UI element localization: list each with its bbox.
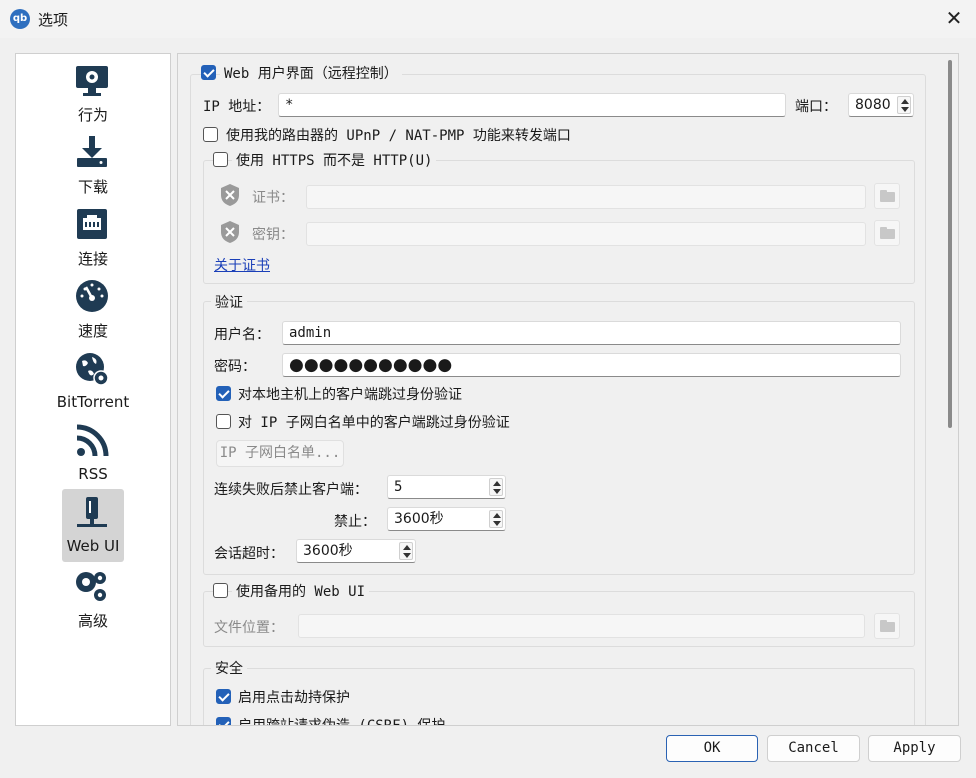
ok-button[interactable]: OK <box>666 735 758 762</box>
ban-duration-label: 禁止： <box>334 514 376 530</box>
window-title: 选项 <box>38 11 69 29</box>
webui-group-title: Web 用户界面（远程控制） <box>220 63 402 83</box>
gear-monitor-icon <box>76 66 108 96</box>
username-input[interactable]: admin <box>282 321 901 345</box>
ban-after-failures-value: 5 <box>394 479 403 495</box>
apply-button[interactable]: Apply <box>868 735 961 762</box>
spin-arrows[interactable] <box>489 510 503 528</box>
title-bar <box>0 0 976 38</box>
upnp-label: 使用我的路由器的 UPnP / NAT-PMP 功能来转发端口 <box>226 128 571 144</box>
https-group-title: 使用 HTTPS 而不是 HTTP(U) <box>232 150 437 170</box>
password-input[interactable]: ●●●●●●●●●●● <box>282 353 901 377</box>
clickjacking-protection-label: 启用点击劫持保护 <box>238 690 350 706</box>
options-sidebar: 行为 下载 连接 速度 BitTorrent RSS Web UI 高级 <box>15 53 171 726</box>
sidebar-item-connection[interactable]: 连接 <box>16 200 170 272</box>
sidebar-item-label: RSS <box>78 465 108 483</box>
globe-gear-icon <box>76 353 109 386</box>
shield-icon <box>221 184 239 206</box>
sidebar-item-speed[interactable]: 速度 <box>16 272 170 344</box>
sidebar-item-label: 行为 <box>77 106 108 124</box>
cancel-button[interactable]: Cancel <box>767 735 860 762</box>
rss-icon <box>76 424 109 457</box>
certificate-input[interactable] <box>306 185 866 209</box>
alternative-ui-title: 使用备用的 Web UI <box>232 581 370 601</box>
ip-whitelist-button[interactable]: IP 子网白名单... <box>216 440 344 467</box>
ban-duration-value: 3600秒 <box>394 511 444 527</box>
ban-after-failures-spinbox[interactable]: 5 <box>387 475 506 499</box>
webui-settings-panel: Web 用户界面（远程控制） IP 地址： * 端口： 8080 使用我的路由器… <box>177 53 959 726</box>
ip-address-label: IP 地址： <box>203 99 271 115</box>
security-title: 安全 <box>211 658 247 678</box>
session-timeout-value: 3600秒 <box>303 543 353 559</box>
csrf-protection-label: 启用跨站请求伪造 (CSRF) 保护 <box>238 718 446 726</box>
certificate-browse-folder-icon[interactable] <box>874 183 900 209</box>
ban-duration-spinbox[interactable]: 3600秒 <box>387 507 506 531</box>
key-label: 密钥： <box>252 227 294 243</box>
qbittorrent-app-icon: qb <box>10 9 30 29</box>
file-location-label: 文件位置： <box>214 620 284 636</box>
port-spin-arrows[interactable] <box>897 96 911 114</box>
file-location-input[interactable] <box>298 614 865 638</box>
port-value: 8080 <box>855 97 891 113</box>
authentication-title: 验证 <box>211 292 247 312</box>
webui-icon <box>77 497 107 527</box>
scrollbar-thumb[interactable] <box>948 60 952 428</box>
bypass-subnet-checkbox[interactable] <box>216 414 231 429</box>
key-input[interactable] <box>306 222 866 246</box>
sidebar-item-label: 高级 <box>77 612 108 630</box>
upnp-checkbox[interactable] <box>203 127 218 142</box>
sidebar-item-label: 连接 <box>77 250 108 268</box>
spin-arrows[interactable] <box>489 478 503 496</box>
username-label: 用户名： <box>214 327 270 343</box>
certificate-label: 证书： <box>252 190 294 206</box>
port-label: 端口： <box>795 99 837 115</box>
sidebar-item-rss[interactable]: RSS <box>16 417 170 489</box>
bypass-subnet-label: 对 IP 子网白名单中的客户端跳过身份验证 <box>238 415 510 431</box>
sidebar-item-label: 下载 <box>77 178 108 196</box>
session-timeout-label: 会话超时： <box>214 546 284 562</box>
ip-address-input[interactable]: * <box>278 93 786 117</box>
about-certificates-link[interactable]: 关于证书 <box>214 255 270 275</box>
sidebar-item-label: Web UI <box>66 537 120 555</box>
bypass-localhost-checkbox[interactable] <box>216 386 231 401</box>
close-icon[interactable]: ✕ <box>944 8 964 28</box>
sidebar-item-label: 速度 <box>77 322 108 340</box>
bypass-localhost-label: 对本地主机上的客户端跳过身份验证 <box>238 387 462 403</box>
sidebar-item-advanced[interactable]: 高级 <box>16 562 170 634</box>
shield-icon <box>221 221 239 243</box>
sidebar-item-downloads[interactable]: 下载 <box>16 128 170 200</box>
download-icon <box>77 136 107 167</box>
key-browse-folder-icon[interactable] <box>874 220 900 246</box>
alternative-ui-checkbox[interactable] <box>213 583 228 598</box>
clickjacking-protection-checkbox[interactable] <box>216 689 231 704</box>
webui-enable-checkbox[interactable] <box>201 65 216 80</box>
sidebar-item-bittorrent[interactable]: BitTorrent <box>16 345 170 417</box>
ban-after-failures-label: 连续失败后禁止客户端： <box>214 482 368 498</box>
password-label: 密码： <box>214 359 256 375</box>
port-spinbox[interactable]: 8080 <box>848 93 914 117</box>
speedometer-icon <box>76 280 108 312</box>
spin-arrows[interactable] <box>399 542 413 560</box>
https-checkbox[interactable] <box>213 152 228 167</box>
csrf-protection-checkbox[interactable] <box>216 717 231 725</box>
network-port-icon <box>77 209 107 239</box>
session-timeout-spinbox[interactable]: 3600秒 <box>296 539 416 563</box>
sidebar-item-webui[interactable]: Web UI <box>16 489 170 562</box>
gears-icon <box>76 572 106 601</box>
sidebar-item-behavior[interactable]: 行为 <box>16 56 170 128</box>
file-location-browse-folder-icon[interactable] <box>874 613 900 639</box>
sidebar-item-label: BitTorrent <box>56 393 130 411</box>
